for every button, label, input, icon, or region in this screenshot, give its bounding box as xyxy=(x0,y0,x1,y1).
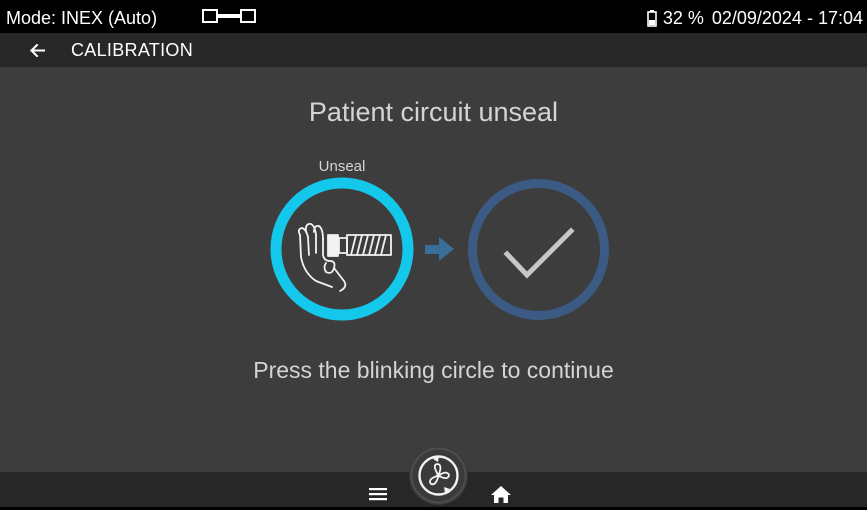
menu-icon[interactable] xyxy=(366,485,390,503)
unseal-step-label: Unseal xyxy=(318,158,366,175)
instruction-text: Press the blinking circle to continue xyxy=(253,357,614,383)
calibration-content: Patient circuit unseal Unseal Press the xyxy=(0,67,867,472)
mode-indicator-icon xyxy=(202,9,256,23)
battery-icon xyxy=(647,9,657,27)
hand-covering-circuit-icon xyxy=(297,223,392,292)
title-bar: CALIBRATION xyxy=(0,33,867,67)
battery-level: 32 % xyxy=(662,8,704,28)
step-title: Patient circuit unseal xyxy=(308,97,559,127)
fan-button[interactable] xyxy=(409,446,468,505)
home-icon[interactable] xyxy=(489,483,513,505)
date-time: 02/09/2024 - 17:04 xyxy=(711,8,863,28)
back-button[interactable] xyxy=(22,37,52,63)
status-right: 32 % 02/09/2024 - 17:04 xyxy=(647,7,863,29)
fan-icon xyxy=(410,447,467,504)
unseal-step-button[interactable] xyxy=(270,177,414,321)
checkmark-icon xyxy=(503,227,575,279)
status-bar: Mode: INEX (Auto) 32 % 02/09/2024 - 17:0… xyxy=(0,0,867,33)
confirm-step-button[interactable] xyxy=(467,178,610,321)
page-title: CALIBRATION xyxy=(71,40,193,60)
arrow-left-icon xyxy=(30,44,45,57)
mode-label: Mode: INEX (Auto) xyxy=(6,8,158,28)
arrow-right-icon xyxy=(425,237,454,261)
